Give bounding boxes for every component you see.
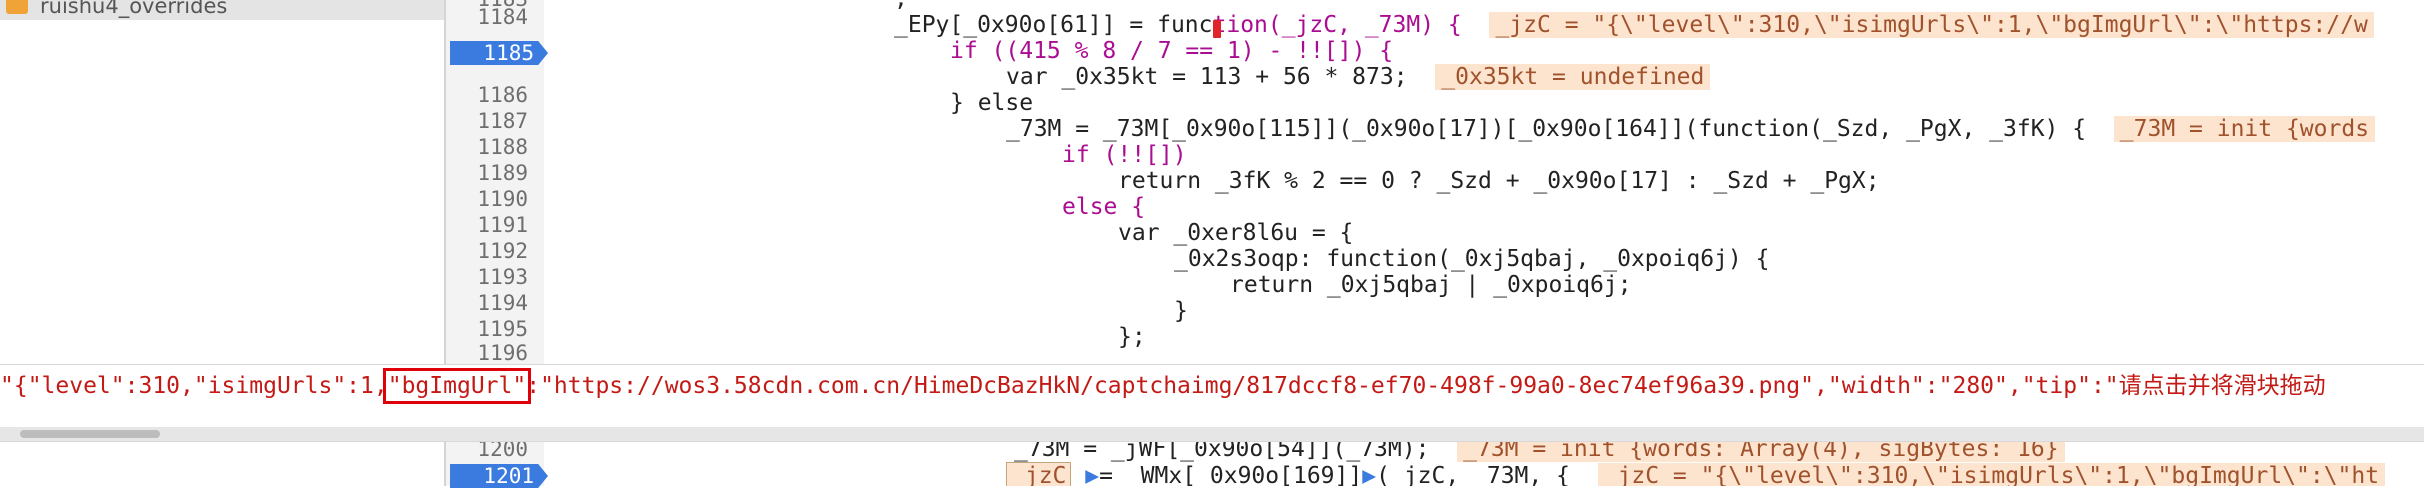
code-text: = _WMx[_0x90o[169]] — [1099, 463, 1363, 486]
popover-text-suffix: :"https://wos3.58cdn.com.cn/HimeDcBazHkN… — [526, 373, 2326, 399]
line-number[interactable]: 1184 — [448, 4, 528, 30]
inline-value-hint[interactable]: _jzC = "{\"level\":310,\"isimgUrls\":1,\… — [1489, 12, 2374, 38]
code-line: , — [894, 0, 908, 12]
breakpoint-marker[interactable]: 1201 — [450, 464, 548, 488]
popover-scrollbar[interactable] — [0, 427, 2424, 441]
text-cursor — [1213, 20, 1221, 38]
line-number[interactable]: 1194 — [448, 290, 528, 316]
code-line: return _3fK % 2 == 0 ? _Szd + _0x90o[17]… — [1118, 168, 1880, 194]
inline-value-hint[interactable]: _73M = init {words — [2113, 116, 2376, 142]
scrollbar-thumb[interactable] — [20, 430, 160, 438]
step-arrow-icon[interactable]: ▶ — [1085, 463, 1099, 486]
code-text: var _0x35kt = 113 + 56 * 873; — [1006, 64, 1408, 90]
code-line: return _0xj5qbaj | _0xpoiq6j; — [1230, 272, 1632, 298]
line-number[interactable]: 1189 — [448, 160, 528, 186]
code-text: _73M = _73M[_0x90o[115]](_0x90o[17])[_0x… — [1006, 116, 2087, 142]
variable-chip[interactable]: _jzC — [1006, 462, 1072, 486]
code-line: _EPy[_0x90o[61]] = function(_jzC, _73M) … — [894, 12, 2374, 38]
code-line: var _0xer8l6u = { — [1118, 220, 1354, 246]
tree-item-label: ruishu4_overrides — [40, 0, 228, 18]
breakpoint-line-number: 1201 — [483, 464, 534, 488]
inline-value-hint[interactable]: _jzC = "{\"level\":310,\"isimgUrls\":1,\… — [1597, 463, 2386, 486]
code-line: } — [1174, 298, 1188, 324]
line-number[interactable]: 1191 — [448, 212, 528, 238]
line-number[interactable]: 1187 — [448, 108, 528, 134]
popover-value-text[interactable]: "{"level":310,"isimgUrls":1,"bgImgUrl":"… — [0, 368, 2326, 404]
line-number[interactable]: 1193 — [448, 264, 528, 290]
code-text: (_jzC, _73M, { — [1376, 463, 1570, 486]
folder-icon — [6, 0, 28, 14]
line-number[interactable]: 1195 — [448, 316, 528, 342]
line-number[interactable]: 1192 — [448, 238, 528, 264]
code-line: } else — [950, 90, 1034, 116]
breakpoint-line-number: 1185 — [483, 41, 534, 65]
tree-item-overrides[interactable]: ruishu4_overrides — [0, 0, 444, 20]
popover-text-prefix: "{"level":310,"isimgUrls":1, — [0, 373, 388, 399]
step-arrow-icon[interactable]: ▶ — [1362, 463, 1376, 486]
breakpoint-marker[interactable]: 1185 — [450, 41, 548, 65]
code-line: _jzC ▶= _WMx[_0x90o[169]]▶(_jzC, _73M, {… — [1006, 462, 2386, 486]
highlighted-key: "bgImgUrl" — [382, 368, 532, 404]
code-line: if ((415 % 8 / 7 == 1) - !![]) { — [950, 38, 1394, 64]
inline-value-hint[interactable]: _0x35kt = undefined — [1435, 64, 1711, 90]
value-popover[interactable]: "{"level":310,"isimgUrls":1,"bgImgUrl":"… — [0, 364, 2424, 442]
code-line: _0x2s3oqp: function(_0xj5qbaj, _0xpoiq6j… — [1174, 246, 1770, 272]
code-line: _73M = _73M[_0x90o[115]](_0x90o[17])[_0x… — [1006, 116, 2376, 142]
code-text: _EPy[_0x90o[61]] = func — [894, 12, 1213, 38]
code-line: var _0x35kt = 113 + 56 * 873; _0x35kt = … — [1006, 64, 1711, 90]
line-number[interactable]: 1186 — [448, 82, 528, 108]
code-text: tion(_jzC, _73M) { — [1212, 12, 1462, 38]
line-number[interactable]: 1188 — [448, 134, 528, 160]
code-line: }; — [1118, 324, 1146, 350]
line-number[interactable]: 1190 — [448, 186, 528, 212]
code-line: if (!![]) — [1062, 142, 1187, 168]
code-line: else { — [1062, 194, 1146, 220]
line-number[interactable]: 1196 — [448, 340, 528, 366]
